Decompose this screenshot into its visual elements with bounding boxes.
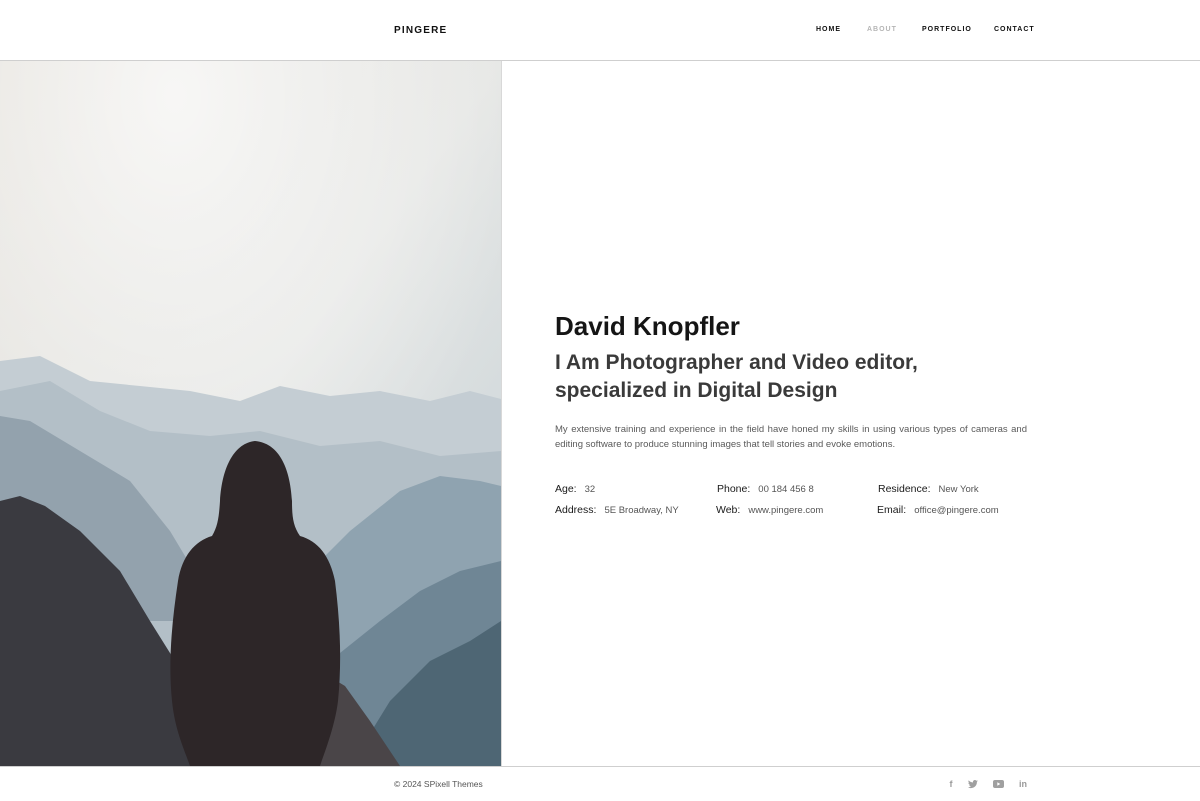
- detail-address: Address: 5E Broadway, NY: [555, 500, 679, 518]
- detail-phone: Phone: 00 184 456 8: [717, 479, 814, 497]
- detail-age-label: Age:: [555, 483, 577, 495]
- detail-email: Email: office@pingere.com: [877, 500, 999, 518]
- detail-age-value: 32: [584, 484, 596, 495]
- divider-line: [501, 61, 502, 766]
- profile-bio: My extensive training and experience in …: [555, 424, 1027, 450]
- detail-web: Web: www.pingere.com: [716, 500, 823, 518]
- detail-address-value: 5E Broadway, NY: [604, 505, 679, 516]
- detail-phone-label: Phone:: [717, 483, 751, 495]
- hero-photo: [0, 61, 501, 766]
- youtube-icon-glyph: [992, 780, 1004, 788]
- nav-about[interactable]: ABOUT: [867, 26, 897, 33]
- nav-portfolio[interactable]: PORTFOLIO: [922, 26, 972, 33]
- twitter-icon[interactable]: [966, 777, 980, 791]
- linkedin-icon[interactable]: in: [1016, 777, 1030, 791]
- nav-contact[interactable]: CONTACT: [994, 26, 1035, 33]
- detail-residence-label: Residence:: [878, 483, 931, 495]
- detail-email-label: Email:: [877, 504, 907, 516]
- detail-residence: Residence: New York: [878, 479, 979, 497]
- detail-phone-value: 00 184 456 8: [758, 484, 814, 495]
- copyright-text: © 2024 SPixell Themes: [394, 779, 483, 789]
- detail-residence-value: New York: [938, 484, 979, 495]
- youtube-icon[interactable]: [991, 777, 1005, 791]
- detail-age: Age: 32: [555, 479, 595, 497]
- site-logo[interactable]: PINGERE: [394, 25, 447, 36]
- nav-home[interactable]: HOME: [816, 26, 841, 33]
- profile-name: David Knopfler: [555, 311, 740, 341]
- detail-address-label: Address:: [555, 504, 597, 516]
- twitter-icon-glyph: [968, 779, 978, 788]
- facebook-icon[interactable]: f: [944, 777, 958, 791]
- detail-web-value[interactable]: www.pingere.com: [748, 505, 823, 516]
- profile-headline: I Am Photographer and Video editor, spec…: [555, 351, 918, 402]
- detail-web-label: Web:: [716, 504, 741, 516]
- site-footer: © 2024 SPixell Themes f in: [0, 766, 1200, 801]
- site-header: PINGERE HOME ABOUT PORTFOLIO CONTACT: [0, 0, 1200, 61]
- detail-email-value[interactable]: office@pingere.com: [914, 505, 998, 516]
